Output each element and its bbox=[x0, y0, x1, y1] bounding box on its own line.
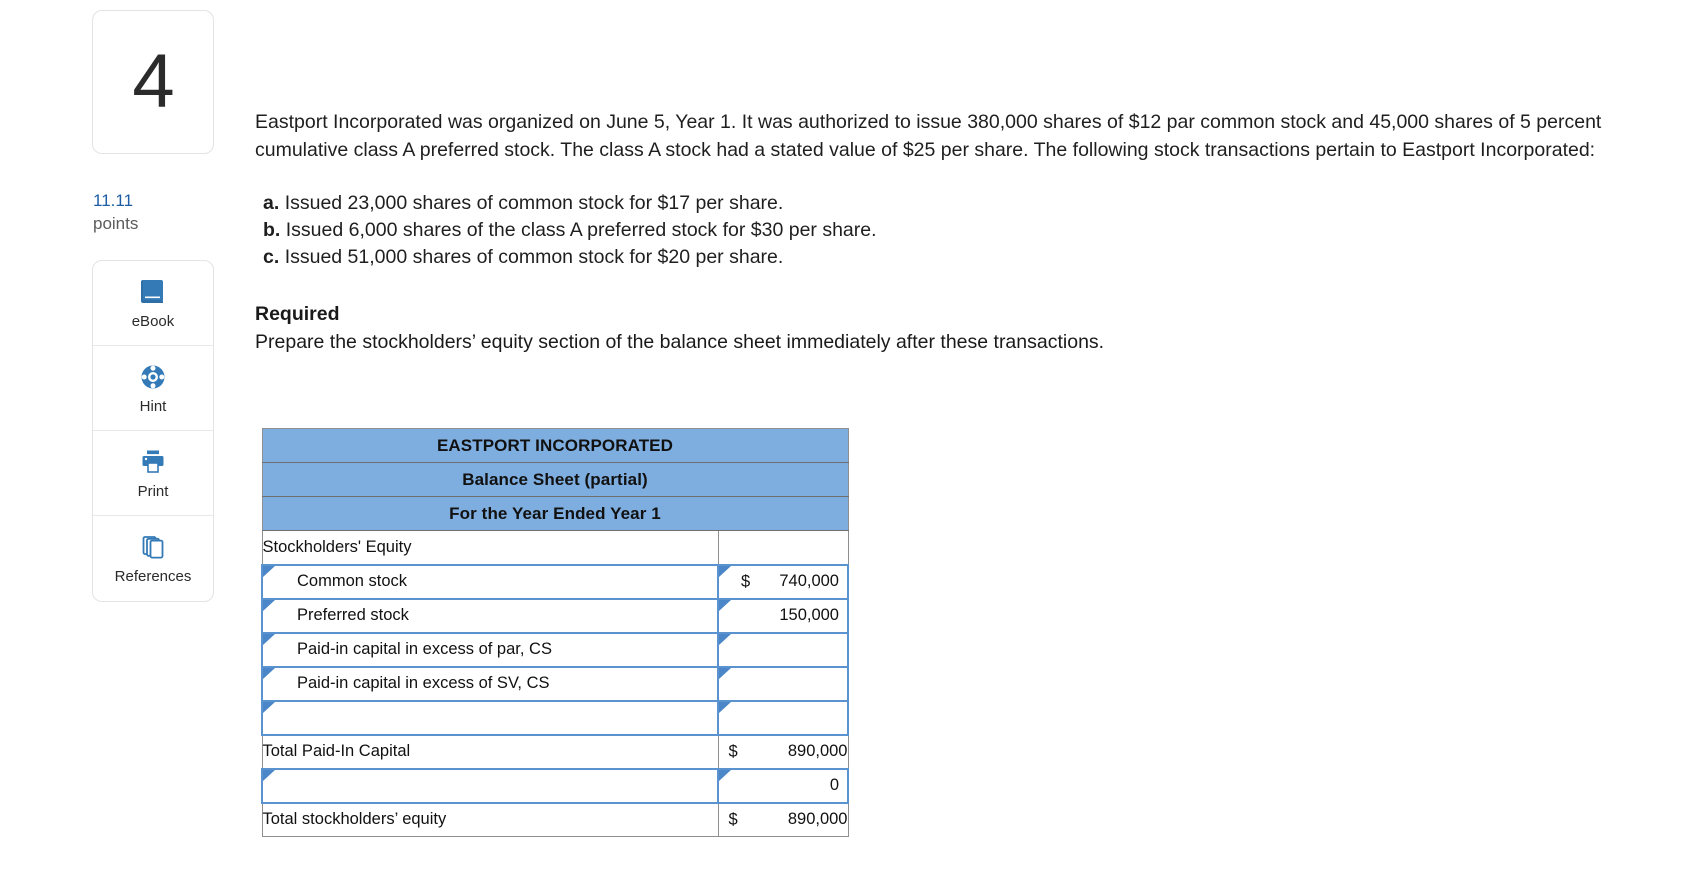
table-title-row: EASTPORT INCORPORATED bbox=[261, 428, 849, 463]
currency-symbol: $ bbox=[728, 810, 738, 829]
row-label-input[interactable]: Paid-in capital in excess of par, CS bbox=[261, 631, 719, 668]
tool-label: eBook bbox=[131, 312, 175, 330]
currency-symbol: $ bbox=[728, 742, 738, 760]
tool-label: Hint bbox=[139, 397, 167, 415]
question-number-box: 4 bbox=[92, 10, 214, 154]
question-page: 4 11.11 points eBook Hint Print Referenc… bbox=[0, 0, 1690, 884]
list-item: c. Issued 51,000 shares of common stock … bbox=[255, 244, 1655, 271]
printer-icon bbox=[138, 448, 168, 476]
dropdown-arrow-icon[interactable] bbox=[719, 667, 731, 679]
sheet-title-period: For the Year Ended Year 1 bbox=[261, 496, 849, 531]
dropdown-arrow-icon[interactable] bbox=[263, 667, 275, 679]
points-block: 11.11 points bbox=[92, 190, 216, 236]
ebook-icon bbox=[138, 278, 168, 306]
row-label: Stockholders' Equity bbox=[261, 530, 719, 565]
row-value-input[interactable] bbox=[717, 699, 849, 736]
table-row: Total stockholders’ equity $ 890,000 bbox=[261, 802, 849, 837]
list-text: Issued 23,000 shares of common stock for… bbox=[284, 192, 784, 214]
required-text: Prepare the stockholders’ equity section… bbox=[255, 331, 1105, 353]
row-value-cell: $ 890,000 bbox=[717, 734, 849, 769]
table-row: Stockholders' Equity bbox=[261, 530, 849, 565]
list-item: b. Issued 6,000 shares of the class A pr… bbox=[255, 217, 1655, 244]
transactions-list: a. Issued 23,000 shares of common stock … bbox=[255, 190, 1655, 271]
row-label: Common stock bbox=[297, 572, 408, 590]
table-title-row: For the Year Ended Year 1 bbox=[261, 496, 849, 531]
row-label: Paid-in capital in excess of par, CS bbox=[297, 640, 552, 658]
table-row: Total Paid-In Capital $ 890,000 bbox=[261, 734, 849, 769]
dropdown-arrow-icon[interactable] bbox=[719, 599, 731, 611]
row-label-input[interactable]: Common stock bbox=[261, 563, 719, 600]
row-value-cell: $ 890,000 bbox=[717, 802, 849, 837]
dropdown-arrow-icon[interactable] bbox=[719, 633, 731, 645]
list-marker: c. bbox=[263, 246, 280, 268]
copy-pages-icon bbox=[138, 533, 168, 561]
dropdown-arrow-icon[interactable] bbox=[719, 701, 731, 713]
row-value-input[interactable] bbox=[717, 631, 849, 668]
row-label: Preferred stock bbox=[297, 606, 409, 624]
table-row bbox=[261, 699, 849, 736]
points-label: points bbox=[93, 214, 139, 233]
list-text: Issued 51,000 shares of common stock for… bbox=[284, 246, 784, 268]
list-item: a. Issued 23,000 shares of common stock … bbox=[255, 190, 1655, 217]
sheet-title-statement: Balance Sheet (partial) bbox=[261, 462, 849, 497]
row-value bbox=[717, 530, 849, 565]
row-value-input[interactable]: $ 740,000 bbox=[717, 563, 849, 600]
table-row: Paid-in capital in excess of SV, CS bbox=[261, 665, 849, 702]
list-marker: b. bbox=[263, 219, 281, 241]
dropdown-arrow-icon[interactable] bbox=[263, 565, 275, 577]
row-value-input[interactable] bbox=[717, 665, 849, 702]
question-content: Eastport Incorporated was organized on J… bbox=[255, 108, 1655, 356]
question-intro-text: Eastport Incorporated was organized on J… bbox=[255, 111, 1602, 161]
currency-symbol: $ bbox=[741, 572, 751, 590]
required-heading: Required bbox=[255, 303, 340, 325]
row-label: Paid-in capital in excess of SV, CS bbox=[297, 674, 550, 692]
tool-label: Print bbox=[137, 482, 169, 500]
row-value-input[interactable]: 150,000 bbox=[717, 597, 849, 634]
tool-references[interactable]: References bbox=[93, 516, 213, 601]
question-number: 4 bbox=[132, 39, 174, 124]
row-value: 740,000 bbox=[779, 572, 839, 590]
row-label: Total Paid-In Capital bbox=[261, 734, 719, 769]
dropdown-arrow-icon[interactable] bbox=[263, 633, 275, 645]
dropdown-arrow-icon[interactable] bbox=[263, 599, 275, 611]
dropdown-arrow-icon[interactable] bbox=[719, 565, 731, 577]
row-label-input[interactable] bbox=[261, 767, 719, 804]
row-value: 890,000 bbox=[787, 742, 848, 760]
row-value: 150,000 bbox=[779, 606, 839, 624]
balance-sheet-table: EASTPORT INCORPORATED Balance Sheet (par… bbox=[261, 428, 849, 837]
table-row: Common stock $ 740,000 bbox=[261, 563, 849, 600]
points-value: 11.11 bbox=[93, 191, 134, 210]
row-label-input[interactable] bbox=[261, 699, 719, 736]
tool-ebook[interactable]: eBook bbox=[93, 261, 213, 346]
tool-panel: eBook Hint Print References bbox=[92, 260, 214, 602]
row-label: Total stockholders’ equity bbox=[261, 802, 719, 837]
row-label-input[interactable]: Paid-in capital in excess of SV, CS bbox=[261, 665, 719, 702]
table-row: Paid-in capital in excess of par, CS bbox=[261, 631, 849, 668]
list-marker: a. bbox=[263, 192, 280, 214]
lifering-icon bbox=[138, 363, 168, 391]
row-value: 890,000 bbox=[787, 810, 848, 829]
dropdown-arrow-icon[interactable] bbox=[263, 769, 275, 781]
dropdown-arrow-icon[interactable] bbox=[719, 769, 731, 781]
tool-label: References bbox=[114, 568, 192, 585]
row-value-input[interactable]: 0 bbox=[717, 767, 849, 804]
question-sidebar: 4 11.11 points eBook Hint Print Referenc… bbox=[92, 0, 216, 602]
table-title-row: Balance Sheet (partial) bbox=[261, 462, 849, 497]
table-row: Preferred stock 150,000 bbox=[261, 597, 849, 634]
tool-hint[interactable]: Hint bbox=[93, 346, 213, 431]
row-value: 0 bbox=[829, 776, 839, 794]
dropdown-arrow-icon[interactable] bbox=[263, 701, 275, 713]
tool-print[interactable]: Print bbox=[93, 431, 213, 516]
table-row: 0 bbox=[261, 767, 849, 804]
row-label-input[interactable]: Preferred stock bbox=[261, 597, 719, 634]
list-text: Issued 6,000 shares of the class A prefe… bbox=[285, 219, 877, 241]
sheet-title-company: EASTPORT INCORPORATED bbox=[261, 428, 849, 463]
